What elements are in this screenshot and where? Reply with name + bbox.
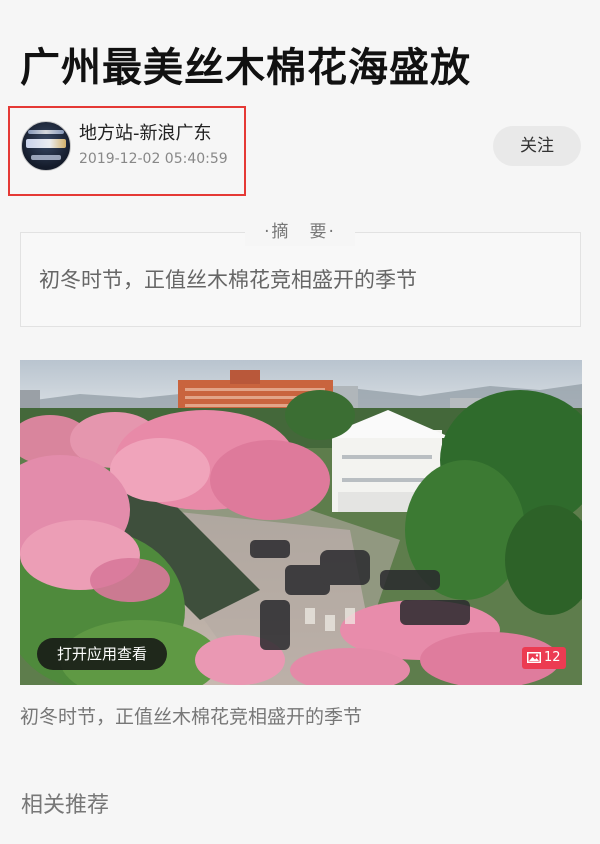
photo-illustration [20,360,582,685]
photo-caption: 初冬时节，正值丝木棉花竞相盛开的季节 [20,706,363,728]
image-icon [527,652,541,663]
avatar-logo-line [28,130,64,134]
article-photo[interactable] [20,360,582,685]
publish-time: 2019-12-02 05:40:59 [79,151,228,167]
avatar-logo-mark [26,139,66,148]
summary-text: 初冬时节，正值丝木棉花竞相盛开的季节 [39,268,417,292]
image-count-badge: 12 [522,647,566,669]
image-count: 12 [544,650,561,665]
article-title: 广州最美丝木棉花海盛放 [20,45,471,91]
summary-label: ·摘 要· [245,218,355,246]
author-name[interactable]: 地方站-新浪广东 [79,121,212,147]
follow-button[interactable]: 关注 [493,126,581,166]
open-app-button[interactable]: 打开应用查看 [37,638,167,670]
author-avatar[interactable] [21,121,71,171]
related-heading: 相关推荐 [21,793,110,818]
avatar-logo-subline [31,155,61,160]
